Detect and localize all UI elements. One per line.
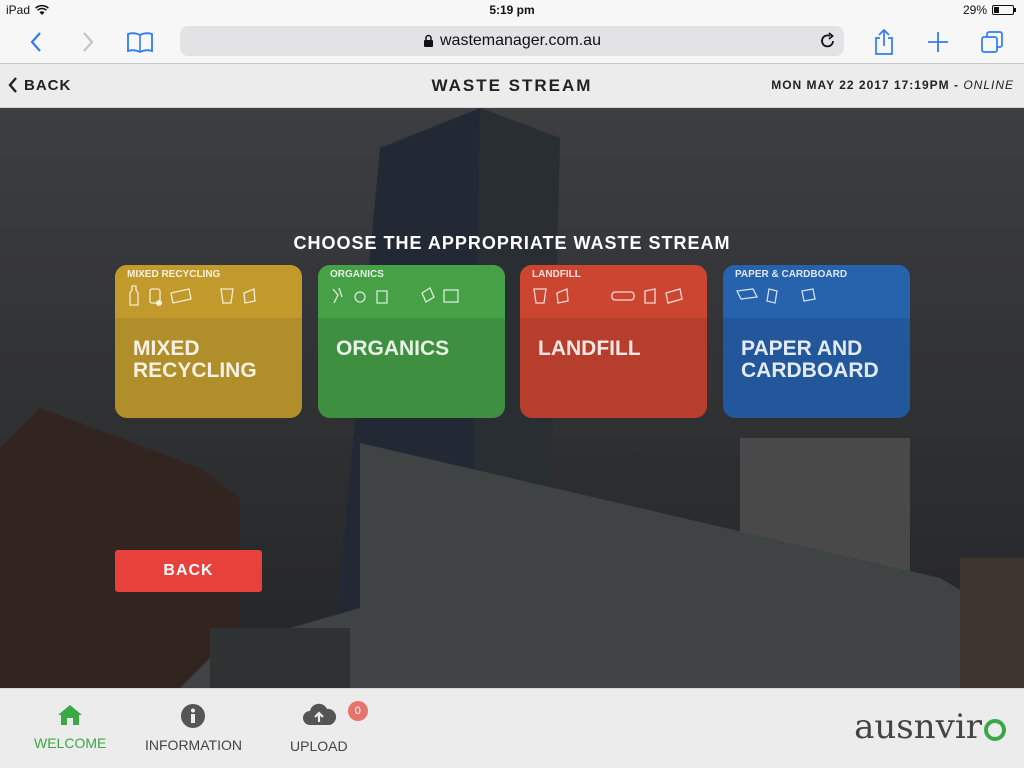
card-header-band: PAPER & CARDBOARD [723, 265, 910, 318]
box-icon [443, 289, 459, 303]
card-small-label: LANDFILL [532, 269, 581, 280]
card-title-line-2: RECYCLING [133, 359, 257, 382]
item-icons [532, 285, 684, 307]
battery-percent: 29% [962, 3, 987, 17]
battery-icon [992, 5, 1016, 15]
packaging-icon [421, 287, 435, 303]
item-icons [330, 285, 460, 307]
card-title-line-1: LANDFILL [538, 337, 641, 360]
app-header: BACK WASTE STREAM MON MAY 22 2017 17:19P… [0, 64, 1024, 108]
envelope-icon [801, 288, 816, 302]
brand-text: ausnvir [854, 707, 982, 747]
bag-icon [376, 290, 388, 304]
url-text: wastemanager.com.au [440, 32, 601, 49]
card-title-line-2: CARDBOARD [741, 359, 879, 382]
newspaper-icon [736, 288, 758, 300]
browser-back-button[interactable] [22, 28, 50, 56]
home-icon [58, 705, 83, 725]
bottle-icon [129, 285, 139, 306]
cup-icon [220, 288, 234, 304]
card-title-line-1: ORGANICS [336, 337, 450, 360]
card-title: MIXED RECYCLING [115, 318, 302, 382]
plus-icon [928, 32, 948, 52]
back-button[interactable]: BACK [115, 550, 262, 592]
datetime-status: MON MAY 22 2017 17:19PM - ONLINE [771, 78, 1014, 92]
paper-bag-icon [766, 288, 778, 304]
cloud-upload-icon [302, 703, 336, 725]
info-icon [181, 704, 206, 728]
browser-toolbar: wastemanager.com.au [0, 20, 1024, 64]
tab-information[interactable]: INFORMATION [145, 703, 242, 753]
tray-icon [611, 291, 635, 301]
tab-upload[interactable]: 0 UPLOAD [290, 701, 368, 754]
datetime-separator: - [949, 78, 964, 92]
card-small-label: PAPER & CARDBOARD [735, 269, 848, 280]
stream-card-mixed-recycling[interactable]: MIXED RECYCLING MIXED RECYCLING [115, 265, 302, 418]
item-icons [735, 285, 817, 307]
browser-forward-button[interactable] [74, 28, 102, 56]
share-button[interactable] [870, 28, 898, 56]
main-content: CHOOSE THE APPROPRIATE WASTE STREAM MIXE… [0, 108, 1024, 688]
tab-upload-label: UPLOAD [290, 738, 348, 754]
datetime-text: MON MAY 22 2017 17:19PM [771, 78, 950, 92]
tab-information-label: INFORMATION [145, 737, 242, 753]
stream-card-organics[interactable]: ORGANICS ORGANICS [318, 265, 505, 418]
reload-icon[interactable] [820, 32, 836, 50]
cup-icon [533, 288, 547, 304]
stream-card-landfill[interactable]: LANDFILL LANDFILL [520, 265, 707, 418]
new-tab-button[interactable] [924, 28, 952, 56]
card-small-label: ORGANICS [330, 269, 384, 280]
fruit-icon [354, 291, 366, 303]
card-header-band: ORGANICS [318, 265, 505, 318]
status-right: 29% [962, 3, 1016, 17]
upload-count-badge: 0 [347, 701, 368, 721]
bottom-tab-bar: WELCOME INFORMATION 0 UPLOAD ausnvir [0, 688, 1024, 768]
food-scraps-icon [332, 287, 343, 304]
card-header-band: LANDFILL [520, 265, 707, 318]
can-icon [149, 288, 162, 306]
address-bar[interactable]: wastemanager.com.au [180, 26, 844, 56]
card-title-line-1: PAPER AND [741, 337, 863, 360]
card-header-band: MIXED RECYCLING [115, 265, 302, 318]
container-icon [665, 288, 683, 304]
clock: 5:19 pm [489, 3, 535, 17]
card-small-label: MIXED RECYCLING [127, 269, 221, 280]
card-title: PAPER AND CARDBOARD [723, 318, 910, 382]
ausnviro-logo: ausnvir [854, 707, 1006, 747]
bag-icon [243, 288, 256, 304]
chevron-left-icon [30, 32, 41, 52]
lock-icon [424, 34, 433, 47]
connection-status: ONLINE [963, 78, 1014, 92]
share-icon [875, 28, 893, 55]
card-title: LANDFILL [520, 318, 707, 360]
stream-card-paper-cardboard[interactable]: PAPER & CARDBOARD PAPER AND CARDBOARD [723, 265, 910, 418]
wrapper-icon [556, 288, 569, 304]
brand-o-ring [984, 719, 1006, 741]
card-title: ORGANICS [318, 318, 505, 360]
tabs-button[interactable] [978, 28, 1006, 56]
card-title-line-1: MIXED [133, 337, 200, 360]
chip-packet-icon [644, 288, 656, 304]
container-icon [170, 288, 192, 304]
item-icons [127, 285, 257, 307]
tab-welcome-label: WELCOME [34, 735, 107, 751]
book-icon [127, 32, 153, 53]
bookmarks-button[interactable] [124, 28, 156, 56]
ios-status-bar: iPad 5:19 pm 29% [0, 0, 1024, 20]
upload-icon-wrap: 0 [302, 701, 368, 730]
chevron-right-icon [83, 32, 94, 52]
choose-heading: CHOOSE THE APPROPRIATE WASTE STREAM [293, 233, 731, 253]
tab-welcome[interactable]: WELCOME [34, 703, 106, 751]
tabs-icon [981, 31, 1003, 53]
